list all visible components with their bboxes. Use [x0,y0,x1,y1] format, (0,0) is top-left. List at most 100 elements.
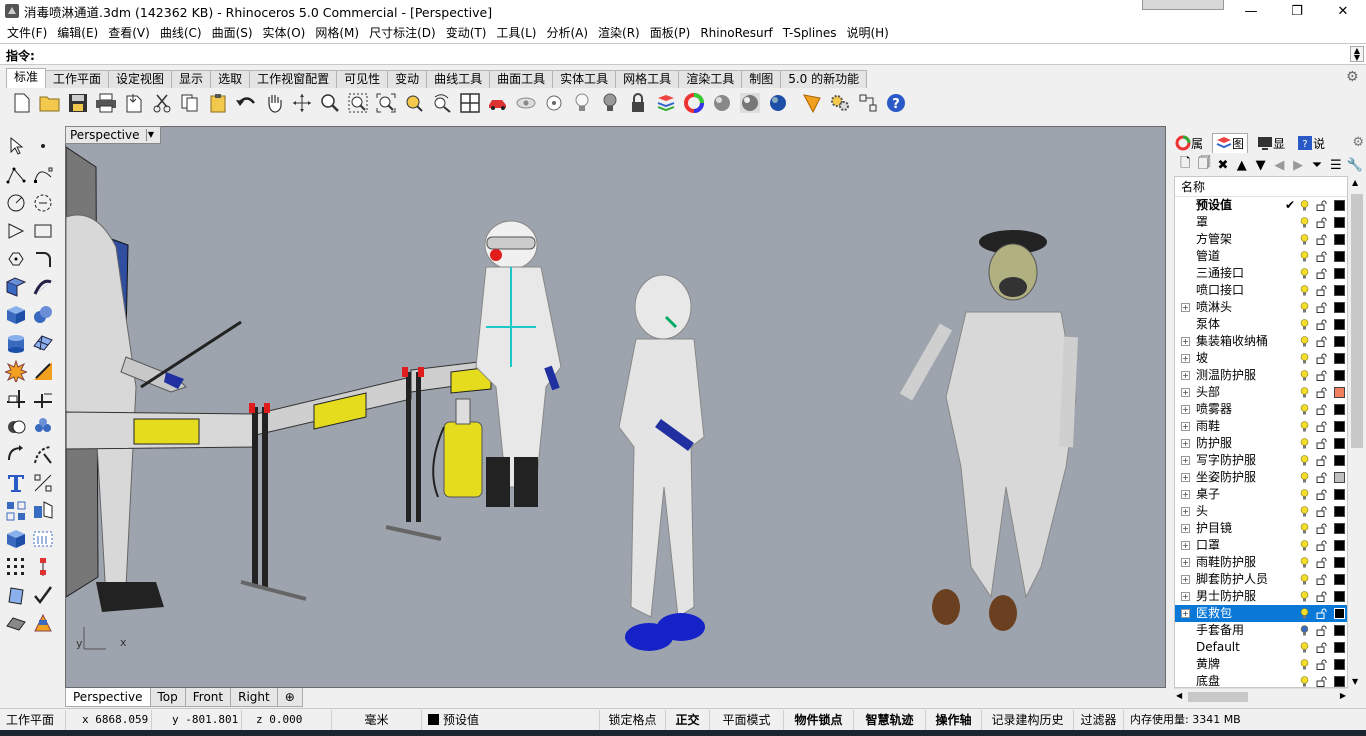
layer-color-swatch[interactable] [1334,421,1345,432]
block-icon[interactable] [30,526,56,552]
layer-color-swatch[interactable] [1334,574,1345,585]
menu-view[interactable]: 查看(V) [103,24,155,41]
unlock-icon[interactable] [1316,608,1327,619]
layer-color-swatch[interactable] [1334,676,1345,687]
mirror-icon[interactable] [30,498,56,524]
visibility-bulb-icon[interactable] [1300,438,1309,449]
menu-surface[interactable]: 曲面(S) [207,24,258,41]
tab-right[interactable]: Right [230,688,278,707]
unlock-icon[interactable] [1316,455,1327,466]
layer-tools-icon[interactable]: ☰ [1326,156,1345,174]
command-input[interactable] [46,46,1346,63]
layer-color-swatch[interactable] [1334,608,1345,619]
menu-dimension[interactable]: 尺寸标注(D) [364,24,441,41]
options-icon[interactable] [854,89,882,117]
lock-icon[interactable] [624,89,652,117]
tab-front[interactable]: Front [184,688,232,707]
visibility-bulb-icon[interactable] [1300,455,1309,466]
layer-color-swatch[interactable] [1334,370,1345,381]
layer-color-swatch[interactable] [1334,217,1345,228]
surface-points-icon[interactable] [3,274,29,300]
menu-rhinoresurf[interactable]: RhinoResurf [695,26,777,40]
sphere-shaded-icon[interactable] [708,89,736,117]
car-icon[interactable] [484,89,512,117]
undo-icon[interactable] [232,89,260,117]
layer-row[interactable]: 泵体 [1175,316,1347,333]
unlock-icon[interactable] [1316,421,1327,432]
visibility-bulb-icon[interactable] [1300,642,1309,653]
layer-row[interactable]: 预设值 ✔ [1175,197,1347,214]
layer-row[interactable]: + 测温防护服 [1175,367,1347,384]
menu-render[interactable]: 渲染(R) [593,24,645,41]
command-history-scroll[interactable]: ▲ ▼ [1350,46,1364,62]
menu-mesh[interactable]: 网格(M) [310,24,364,41]
expand-icon[interactable]: + [1181,456,1190,465]
layer-color-swatch[interactable] [1334,642,1345,653]
menu-tsplines[interactable]: T-Splines [778,26,842,40]
dimension-icon[interactable] [30,470,56,496]
tab-layers[interactable]: 图 [1212,133,1249,153]
check-icon[interactable] [30,582,56,608]
visibility-bulb-icon[interactable] [1300,370,1309,381]
tab-properties[interactable]: 属 [1172,133,1206,153]
layer-row[interactable]: + 头 [1175,503,1347,520]
save-icon[interactable] [64,89,92,117]
visibility-bulb-icon[interactable] [1300,523,1309,534]
visibility-bulb-icon[interactable] [1300,302,1309,313]
visibility-bulb-icon[interactable] [1300,540,1309,551]
light-icon[interactable] [30,610,56,636]
layer-color-swatch[interactable] [1334,251,1345,262]
menu-curve[interactable]: 曲线(C) [155,24,207,41]
cut-icon[interactable] [148,89,176,117]
visibility-bulb-icon[interactable] [1300,625,1309,636]
unlock-icon[interactable] [1316,438,1327,449]
render-preview-icon[interactable] [3,610,29,636]
visibility-bulb-icon[interactable] [1300,659,1309,670]
unlock-icon[interactable] [1316,540,1327,551]
visibility-bulb-icon[interactable] [1300,251,1309,262]
layer-color-swatch[interactable] [1334,319,1345,330]
trim-icon[interactable] [30,358,56,384]
rotate-view-icon[interactable] [288,89,316,117]
delete-layer-icon[interactable]: ✖ [1214,156,1233,174]
layer-icon[interactable] [652,89,680,117]
circle-icon[interactable] [3,190,29,216]
visibility-bulb-icon[interactable] [1300,285,1309,296]
layer-color-swatch[interactable] [1334,659,1345,670]
layer-row[interactable]: + 雨鞋防护服 [1175,554,1347,571]
tab-curve-tools[interactable]: 曲线工具 [426,70,491,88]
layer-row[interactable]: + 口罩 [1175,537,1347,554]
filter-icon[interactable]: ⏷ [1308,156,1327,174]
status-ortho[interactable]: 正交 [666,709,710,730]
visibility-bulb-icon[interactable] [1300,217,1309,228]
tab-display[interactable]: 显 [1254,133,1288,153]
layer-color-swatch[interactable] [1334,523,1345,534]
help-icon[interactable]: ? [882,89,910,117]
pan-icon[interactable] [260,89,288,117]
scale-transform-icon[interactable] [30,442,56,468]
layer-color-swatch[interactable] [1334,506,1345,517]
tab-top[interactable]: Top [149,688,186,707]
rectangle-icon[interactable] [30,218,56,244]
light-off-icon[interactable] [568,89,596,117]
status-osnap[interactable]: 物件锁点 [784,709,854,730]
visibility-bulb-icon[interactable] [1300,472,1309,483]
unlock-icon[interactable] [1316,642,1327,653]
visibility-bulb-icon[interactable] [1300,234,1309,245]
fillet-icon[interactable] [30,246,56,272]
control-points-icon[interactable] [30,554,56,580]
expand-icon[interactable]: + [1181,422,1190,431]
light-on-icon[interactable] [596,89,624,117]
sphere-solid-icon[interactable] [30,302,56,328]
split-icon[interactable] [3,386,29,412]
tab-viewport-layout[interactable]: 工作视窗配置 [249,70,338,88]
maximize-button[interactable]: ❐ [1274,0,1320,22]
zoom-selected-icon[interactable] [400,89,428,117]
layer-row[interactable]: + 喷雾器 [1175,401,1347,418]
visibility-bulb-icon[interactable] [1300,387,1309,398]
new-layer-icon[interactable]: 🗋 [1176,156,1195,174]
tab-visibility[interactable]: 可见性 [336,70,389,88]
scroll-up-icon[interactable]: ▲ [1352,178,1358,187]
layer-list-hscrollbar[interactable]: ◀ ▶ [1174,688,1348,704]
status-filter[interactable]: 过滤器 [1074,709,1124,730]
